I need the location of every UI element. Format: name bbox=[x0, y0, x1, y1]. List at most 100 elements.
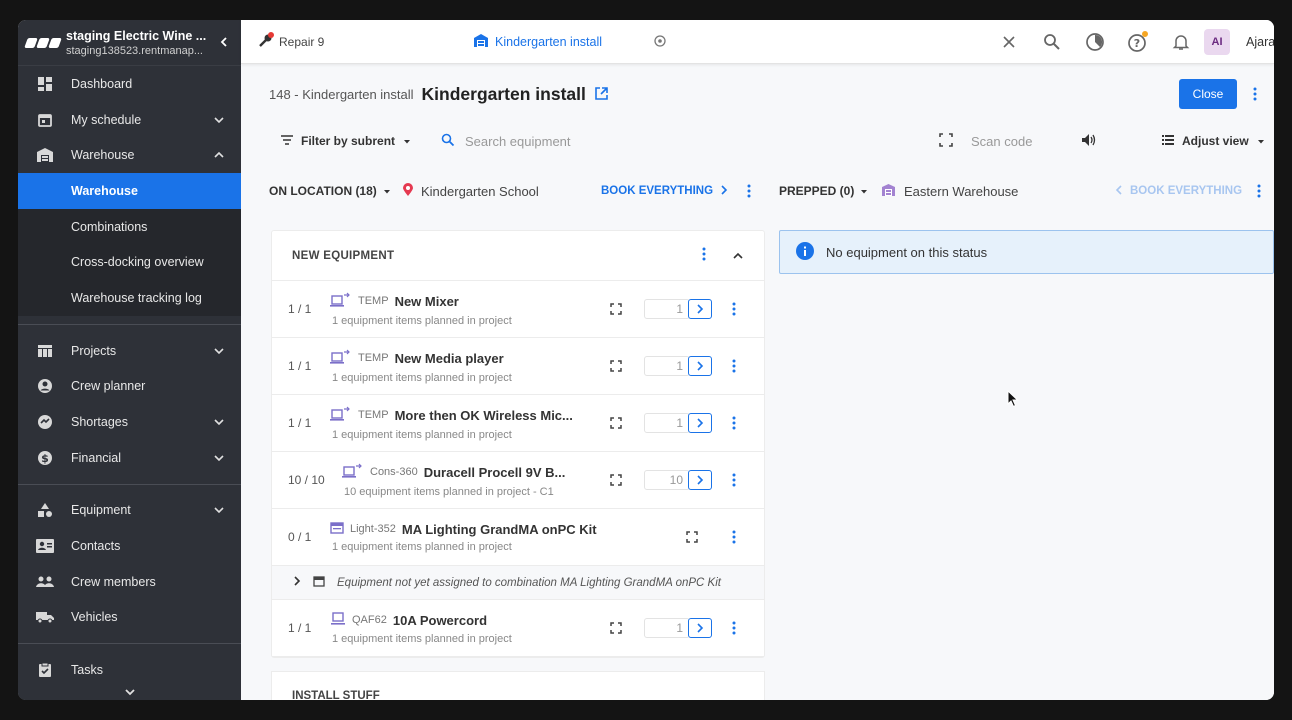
scan-frame-icon[interactable] bbox=[610, 622, 622, 637]
sidebar-subitem-combinations[interactable]: Combinations bbox=[18, 208, 241, 245]
empty-status-notice: No equipment on this status bbox=[779, 230, 1274, 274]
table-row[interactable]: 0 / 1 Light-352 MA Lighting GrandMA onPC… bbox=[272, 509, 764, 566]
status-bar: ON LOCATION (18) Kindergarten School BOO… bbox=[269, 180, 1269, 202]
sidebar-item-financial[interactable]: $ Financial bbox=[18, 440, 241, 476]
quantity-input[interactable]: 1 bbox=[644, 618, 690, 638]
scan-frame-icon[interactable] bbox=[610, 417, 622, 432]
external-link-icon[interactable] bbox=[594, 86, 609, 104]
quantity-input[interactable]: 1 bbox=[644, 356, 690, 376]
sidebar-item-warehouse[interactable]: Warehouse bbox=[18, 137, 241, 173]
panel-title: INSTALL STUFF bbox=[292, 690, 380, 700]
more-options-icon[interactable] bbox=[1257, 184, 1261, 201]
bell-icon[interactable] bbox=[1159, 33, 1202, 51]
sidebar-item-crew-members[interactable]: Crew members bbox=[18, 564, 241, 600]
avatar[interactable]: AI bbox=[1204, 28, 1230, 55]
table-row[interactable]: 1 / 1 QAF62 10A Powercord 1 equipment it… bbox=[272, 600, 764, 657]
sidebar-item-tasks[interactable]: Tasks bbox=[18, 652, 241, 688]
user-name[interactable]: Ajara bbox=[1246, 35, 1274, 49]
target-icon[interactable] bbox=[653, 34, 667, 51]
location-name: Eastern Warehouse bbox=[904, 183, 1019, 199]
table-row[interactable]: 1 / 1 TEMP New Media player 1 equipment … bbox=[272, 338, 764, 395]
equipment-name[interactable]: MA Lighting GrandMA onPC Kit bbox=[402, 522, 597, 537]
quantity-input[interactable]: 1 bbox=[644, 413, 690, 433]
chevron-down-icon bbox=[213, 504, 225, 516]
sidebar-item-my-schedule[interactable]: My schedule bbox=[18, 102, 241, 138]
more-options-icon[interactable] bbox=[732, 473, 736, 490]
timer-icon[interactable] bbox=[1073, 32, 1116, 52]
row-count: 1 / 1 bbox=[288, 302, 312, 316]
scan-frame-icon[interactable] bbox=[610, 360, 622, 375]
combination-expander[interactable]: Equipment not yet assigned to combinatio… bbox=[272, 566, 764, 600]
repair-indicator[interactable]: Repair 9 bbox=[257, 32, 457, 51]
sidebar-item-dashboard[interactable]: Dashboard bbox=[18, 66, 241, 102]
more-options-icon[interactable] bbox=[732, 302, 736, 319]
book-quantity-button[interactable] bbox=[688, 470, 712, 490]
table-row[interactable]: 1 / 1 TEMP New Mixer 1 equipment items p… bbox=[272, 281, 764, 338]
table-row[interactable]: 1 / 1 TEMP More then OK Wireless Mic... … bbox=[272, 395, 764, 452]
contact-card-icon bbox=[36, 537, 54, 555]
sidebar-header[interactable]: staging Electric Wine ... staging138523.… bbox=[18, 20, 241, 66]
sidebar-subitem-warehouse[interactable]: Warehouse bbox=[18, 173, 241, 209]
sidebar-item-contacts[interactable]: Contacts bbox=[18, 528, 241, 564]
adjust-view-button[interactable]: Adjust view bbox=[1162, 134, 1265, 148]
sidebar-item-projects[interactable]: Projects bbox=[18, 333, 241, 369]
search-input[interactable]: Search equipment bbox=[441, 133, 571, 150]
sidebar-item-equipment[interactable]: Equipment bbox=[18, 493, 241, 529]
chevron-up-icon[interactable] bbox=[732, 248, 744, 263]
table-row[interactable]: 10 / 10 Cons-360 Duracell Procell 9V B..… bbox=[272, 452, 764, 509]
equipment-name[interactable]: New Media player bbox=[395, 351, 504, 366]
filter-by-subrent-button[interactable]: Filter by subrent bbox=[269, 134, 423, 148]
book-quantity-button[interactable] bbox=[688, 356, 712, 376]
filter-icon bbox=[281, 134, 293, 148]
equipment-name[interactable]: More then OK Wireless Mic... bbox=[395, 408, 573, 423]
on-location-status-dropdown[interactable]: ON LOCATION (18) bbox=[269, 184, 391, 198]
equipment-name[interactable]: Duracell Procell 9V B... bbox=[424, 465, 566, 480]
book-quantity-button[interactable] bbox=[688, 413, 712, 433]
collapse-sidebar-icon[interactable] bbox=[217, 35, 231, 50]
scan-frame-icon[interactable] bbox=[686, 531, 698, 546]
equipment-name[interactable]: 10A Powercord bbox=[393, 613, 487, 628]
temp-device-icon bbox=[330, 292, 352, 311]
more-options-icon[interactable] bbox=[732, 530, 736, 547]
tasks-icon bbox=[36, 661, 54, 679]
more-options-icon[interactable] bbox=[732, 359, 736, 376]
more-options-icon[interactable] bbox=[747, 184, 751, 201]
install-stuff-panel: INSTALL STUFF bbox=[271, 671, 765, 700]
more-options-icon[interactable] bbox=[732, 416, 736, 433]
sidebar-item-label: My schedule bbox=[71, 112, 142, 127]
speaker-icon[interactable] bbox=[1081, 133, 1097, 150]
book-quantity-button[interactable] bbox=[688, 618, 712, 638]
close-icon[interactable] bbox=[987, 35, 1030, 49]
sidebar-item-vehicles[interactable]: Vehicles bbox=[18, 600, 241, 636]
chevron-left-icon bbox=[1115, 184, 1122, 198]
book-quantity-button[interactable] bbox=[688, 299, 712, 319]
close-button[interactable]: Close bbox=[1179, 79, 1237, 109]
equipment-name[interactable]: New Mixer bbox=[395, 294, 459, 309]
help-icon[interactable]: ? bbox=[1116, 30, 1159, 53]
more-options-icon[interactable] bbox=[1253, 87, 1257, 104]
quantity-input[interactable]: 1 bbox=[644, 299, 690, 319]
quantity-input[interactable]: 10 bbox=[644, 470, 690, 490]
chevron-down-icon bbox=[213, 416, 225, 428]
search-icon[interactable] bbox=[1030, 33, 1073, 51]
more-options-icon[interactable] bbox=[702, 247, 706, 264]
sidebar-subitem-cross-docking[interactable]: Cross-docking overview bbox=[18, 244, 241, 281]
book-everything-button-left[interactable]: BOOK EVERYTHING bbox=[601, 184, 728, 198]
sidebar-item-crew-planner[interactable]: Crew planner bbox=[18, 369, 241, 405]
row-count: 1 / 1 bbox=[288, 621, 312, 635]
equipment-code: TEMP bbox=[358, 295, 389, 307]
sidebar-item-label: Projects bbox=[71, 343, 117, 358]
sidebar-subitem-tracking-log[interactable]: Warehouse tracking log bbox=[18, 280, 241, 316]
prepped-status-dropdown[interactable]: PREPPED (0) bbox=[779, 184, 868, 198]
scroll-more-icon[interactable] bbox=[18, 686, 241, 700]
scan-code-input[interactable]: Scan code bbox=[939, 132, 1097, 150]
page-title: Kindergarten install bbox=[421, 84, 586, 104]
more-options-icon[interactable] bbox=[732, 621, 736, 638]
book-everything-button-right[interactable]: BOOK EVERYTHING bbox=[1115, 184, 1242, 198]
scan-frame-icon[interactable] bbox=[610, 474, 622, 489]
tab-label: Kindergarten install bbox=[495, 34, 603, 49]
calendar-icon bbox=[36, 111, 54, 129]
sidebar-item-shortages[interactable]: Shortages bbox=[18, 404, 241, 440]
tab-kindergarten-install[interactable]: Kindergarten install bbox=[473, 33, 602, 51]
scan-frame-icon[interactable] bbox=[610, 303, 622, 318]
